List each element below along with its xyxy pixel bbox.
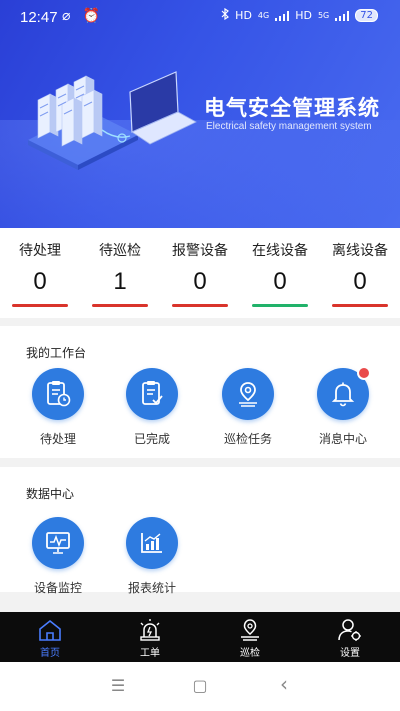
location-pin-icon bbox=[239, 382, 257, 407]
stat-indicator-bar bbox=[252, 304, 308, 307]
nav-work-orders[interactable]: 工单 bbox=[100, 612, 200, 662]
stat-indicator-bar bbox=[172, 304, 228, 307]
nav-inspection[interactable]: 巡检 bbox=[200, 612, 300, 662]
stat-indicator-bar bbox=[92, 304, 148, 307]
stat-value: 1 bbox=[113, 268, 127, 295]
home-button[interactable]: ▢ bbox=[190, 676, 210, 696]
nav-label: 设置 bbox=[340, 648, 360, 659]
stat-label: 待处理 bbox=[19, 243, 61, 259]
tile-icon-circle bbox=[222, 368, 274, 420]
system-navigation-bar: ☰ ▢ ‹ bbox=[0, 662, 400, 711]
stat-label: 待巡检 bbox=[99, 243, 141, 259]
tile-report-statistics[interactable]: 报表统计 bbox=[112, 517, 192, 596]
tile-inspection-tasks[interactable]: 巡检任务 bbox=[208, 368, 288, 447]
tile-icon-circle bbox=[32, 368, 84, 420]
unread-badge bbox=[357, 366, 371, 380]
network-4g-label: 4G bbox=[257, 11, 270, 20]
location-pin-icon bbox=[241, 619, 259, 641]
monitor-icon bbox=[46, 532, 70, 554]
tile-icon-circle bbox=[126, 517, 178, 569]
header-banner: 12:47 ⌀ ⏰ HD 4G HD 5G 72 电气安全管理系统 Electr… bbox=[0, 0, 400, 228]
stats-summary: 待处理 0 待巡检 1 报警设备 0 在线设备 0 离线设备 0 bbox=[0, 228, 400, 318]
tile-completed[interactable]: 已完成 bbox=[112, 368, 192, 447]
nav-label: 巡检 bbox=[240, 648, 260, 659]
status-right-icons: HD 4G HD 5G 72 bbox=[221, 7, 378, 23]
stat-value: 0 bbox=[273, 268, 287, 295]
tile-label: 巡检任务 bbox=[223, 432, 272, 446]
home-icon bbox=[39, 619, 61, 641]
tile-label: 已完成 bbox=[133, 432, 170, 446]
nav-settings[interactable]: 设置 bbox=[300, 612, 400, 662]
signal-icon bbox=[275, 10, 290, 21]
stat-label: 离线设备 bbox=[332, 243, 388, 259]
bottom-navigation: 首页 工单 巡检 设置 bbox=[0, 612, 400, 662]
signal-icon-2 bbox=[335, 10, 350, 21]
stat-label: 在线设备 bbox=[252, 243, 308, 259]
user-settings-icon bbox=[338, 619, 361, 641]
bluetooth-icon bbox=[221, 7, 230, 23]
data-center-card: 数据中心 设备监控 报表统计 bbox=[0, 467, 400, 595]
nav-label: 工单 bbox=[140, 648, 160, 659]
status-time: 12:47 bbox=[20, 9, 58, 26]
workbench-title: 我的工作台 bbox=[26, 346, 87, 360]
stat-indicator-bar bbox=[332, 304, 388, 307]
stat-value: 0 bbox=[353, 268, 367, 295]
nav-home[interactable]: 首页 bbox=[0, 612, 100, 662]
app-title: 电气安全管理系统 bbox=[204, 96, 380, 120]
data-center-title: 数据中心 bbox=[26, 487, 75, 501]
stat-pending[interactable]: 待处理 0 bbox=[0, 228, 80, 318]
tile-icon-circle bbox=[317, 366, 371, 420]
status-bar: 12:47 ⌀ ⏰ HD 4G HD 5G 72 bbox=[0, 0, 400, 34]
alarm-light-icon bbox=[140, 619, 160, 641]
tile-label: 待处理 bbox=[39, 432, 76, 446]
tile-icon-circle bbox=[32, 517, 84, 569]
tile-message-center[interactable]: 消息中心 bbox=[303, 366, 383, 447]
tile-label: 设备监控 bbox=[33, 581, 82, 595]
stat-label: 报警设备 bbox=[172, 243, 228, 259]
tile-pending[interactable]: 待处理 bbox=[18, 368, 98, 447]
recent-apps-button[interactable]: ☰ bbox=[108, 676, 128, 696]
stat-value: 0 bbox=[193, 268, 207, 295]
nav-label: 首页 bbox=[40, 648, 60, 659]
bell-icon bbox=[331, 382, 355, 407]
tile-label: 消息中心 bbox=[318, 432, 367, 446]
stat-online-devices[interactable]: 在线设备 0 bbox=[240, 228, 320, 318]
hd-badge: HD bbox=[235, 9, 252, 22]
clipboard-clock-icon bbox=[47, 381, 71, 407]
stat-to-inspect[interactable]: 待巡检 1 bbox=[80, 228, 160, 318]
stat-indicator-bar bbox=[12, 304, 68, 307]
tile-icon-circle bbox=[126, 368, 178, 420]
tile-device-monitor[interactable]: 设备监控 bbox=[18, 517, 98, 596]
back-button[interactable]: ‹ bbox=[274, 672, 294, 696]
stat-offline-devices[interactable]: 离线设备 0 bbox=[320, 228, 400, 318]
stat-alarm-devices[interactable]: 报警设备 0 bbox=[160, 228, 240, 318]
tile-label: 报表统计 bbox=[127, 581, 176, 595]
hd-badge-2: HD bbox=[295, 9, 312, 22]
workbench-card: 我的工作台 待处理 已完成 巡检任务 消息中心 bbox=[0, 326, 400, 458]
clipboard-check-icon bbox=[142, 381, 163, 405]
stat-value: 0 bbox=[33, 268, 47, 295]
status-notification-icons: ⌀ ⏰ bbox=[62, 8, 105, 24]
network-5g-label: 5G bbox=[317, 11, 330, 20]
app-subtitle: Electrical safety management system bbox=[206, 121, 372, 132]
chart-icon bbox=[141, 533, 162, 553]
battery-indicator: 72 bbox=[355, 9, 378, 22]
server-laptop-illustration bbox=[28, 71, 197, 170]
